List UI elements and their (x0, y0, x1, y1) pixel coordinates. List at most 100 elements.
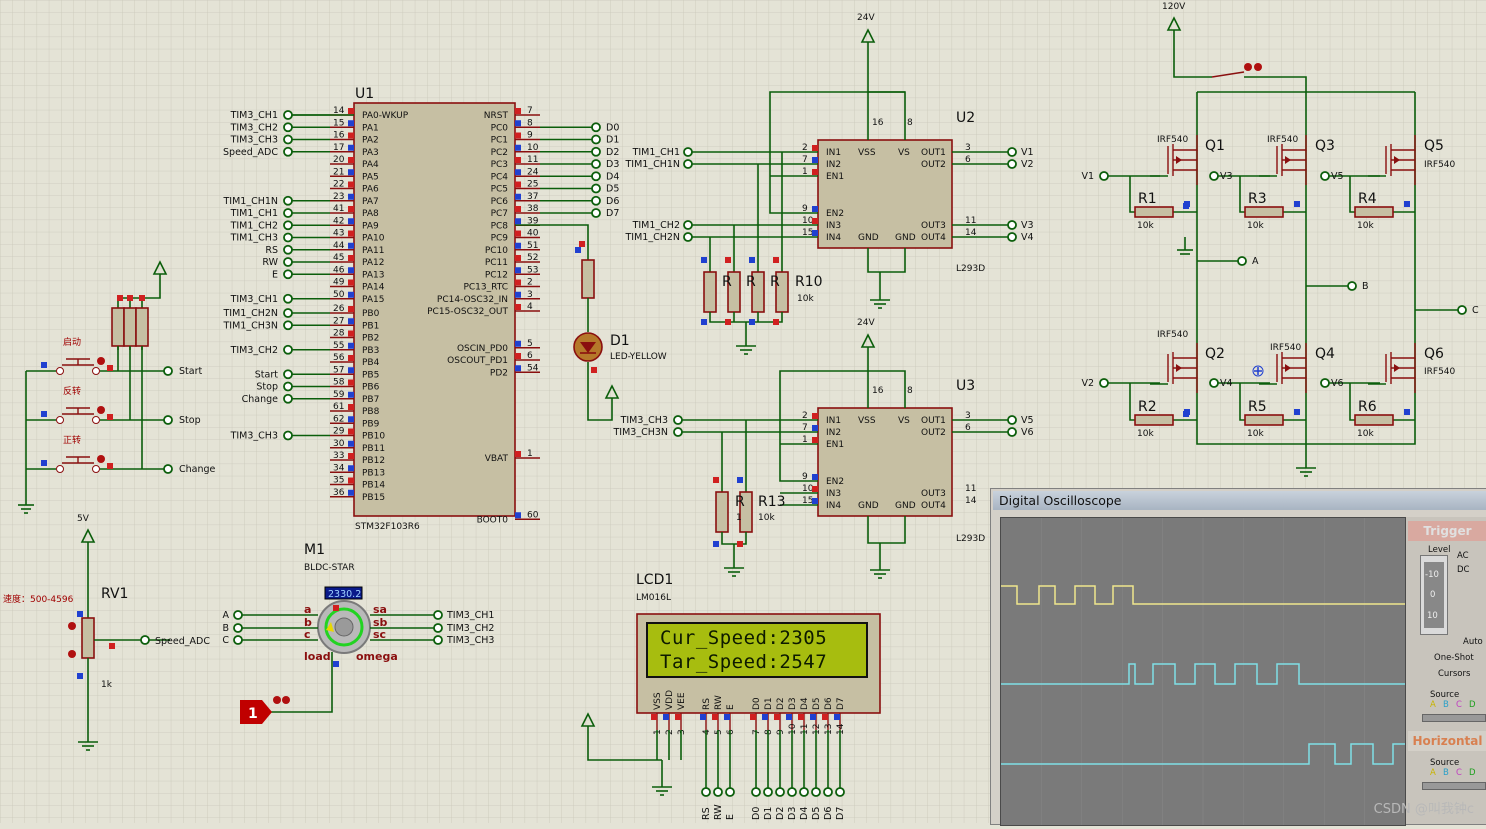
m1-in-terminal[interactable] (233, 610, 243, 620)
pin-marker (515, 206, 521, 212)
net-terminal[interactable] (283, 293, 293, 304)
lcd-terminal[interactable] (713, 787, 723, 797)
lcd-pin-number: 12 (812, 724, 822, 735)
m1-out-terminal[interactable] (433, 635, 443, 645)
pin-marker (675, 714, 681, 720)
net-terminal[interactable] (283, 308, 293, 318)
net-terminal[interactable] (591, 146, 601, 157)
lcd-terminal[interactable] (725, 787, 735, 797)
net-terminal[interactable] (1007, 220, 1017, 230)
net-terminal[interactable] (591, 122, 601, 133)
lcd-terminal[interactable] (787, 787, 797, 797)
gate-terminal[interactable] (1099, 378, 1109, 388)
net-terminal[interactable] (1007, 232, 1017, 242)
level-knob[interactable]: -10 0 10 (1420, 555, 1448, 635)
u1-pin-number: 38 (527, 204, 539, 214)
button-label: 正转 (63, 434, 81, 446)
lcd-terminal[interactable] (763, 787, 773, 797)
net-terminal[interactable] (283, 257, 293, 267)
net-terminal[interactable] (673, 427, 683, 437)
net-terminal[interactable] (683, 220, 693, 230)
net-terminal[interactable] (283, 220, 293, 231)
oneshot-label[interactable]: One-Shot (1434, 653, 1474, 663)
trigger-slider[interactable] (1422, 714, 1486, 722)
pin-marker (515, 218, 521, 225)
net-terminal[interactable] (283, 393, 293, 404)
net-terminal[interactable] (591, 159, 601, 169)
net-terminal[interactable] (283, 430, 293, 441)
gate-terminal[interactable] (1209, 171, 1219, 181)
lcd-terminal[interactable] (823, 787, 833, 797)
mosfet-part: IRF540 (1424, 160, 1456, 170)
net-terminal[interactable] (1007, 427, 1017, 437)
oscilloscope-title[interactable]: Digital Oscilloscope (993, 491, 1486, 510)
button-terminal[interactable] (163, 366, 173, 376)
net-terminal[interactable] (283, 344, 293, 355)
lcd-pin-number: 1 (653, 729, 663, 735)
net-terminal[interactable] (283, 244, 293, 255)
m1-out-terminal[interactable] (433, 610, 443, 620)
u1-pin-name: PC4 (491, 172, 509, 182)
auto-label[interactable]: Auto (1463, 637, 1483, 647)
phase-terminal[interactable] (1457, 305, 1467, 315)
lcd-terminal[interactable] (701, 787, 711, 797)
m1-in-net: A (223, 610, 230, 621)
net-terminal[interactable] (1007, 147, 1017, 157)
net-terminal[interactable] (283, 232, 293, 243)
button-terminal[interactable] (163, 464, 173, 474)
net-terminal[interactable] (283, 134, 293, 145)
oscilloscope-window[interactable]: Digital Oscilloscope Trigger Level -10 0… (990, 488, 1486, 826)
phase-terminal[interactable] (1237, 256, 1247, 266)
d1-part: LED-YELLOW (610, 352, 667, 362)
net-terminal[interactable] (673, 415, 683, 425)
net-terminal[interactable] (1007, 159, 1017, 169)
u1-pin-name: PA14 (362, 283, 385, 293)
gate-terminal[interactable] (1099, 171, 1109, 181)
net-terminal[interactable] (283, 110, 293, 120)
horizontal-source-channels[interactable]: A B C D (1430, 768, 1482, 778)
d1-ref: D1 (610, 333, 630, 349)
gate-terminal[interactable] (1320, 171, 1330, 181)
ac-label[interactable]: AC (1457, 551, 1469, 561)
gate-terminal[interactable] (1320, 378, 1330, 388)
net-terminal[interactable] (591, 183, 601, 194)
m1-out-net: TIM3_CH1 (446, 610, 494, 621)
net-terminal[interactable] (591, 134, 601, 145)
trigger-source-channels[interactable]: A B C D (1430, 700, 1482, 710)
lcd-terminal[interactable] (835, 787, 845, 797)
cursors-label[interactable]: Cursors (1438, 669, 1470, 679)
lcd-terminal[interactable] (811, 787, 821, 797)
m1-in-terminal[interactable] (233, 623, 243, 633)
net-terminal[interactable] (283, 369, 293, 380)
net-terminal[interactable] (591, 171, 601, 182)
net-terminal[interactable] (683, 232, 693, 242)
lcd-terminal[interactable] (799, 787, 809, 797)
u1-pin-name: PB7 (362, 395, 379, 405)
net-terminal[interactable] (1007, 415, 1017, 425)
net-terminal[interactable] (283, 381, 293, 392)
net-terminal[interactable] (591, 195, 601, 206)
lcd-terminal[interactable] (775, 787, 785, 797)
gate-terminal[interactable] (1209, 378, 1219, 388)
m1-in-terminal[interactable] (233, 635, 243, 645)
net-terminal[interactable] (283, 195, 293, 206)
net-terminal[interactable] (283, 122, 293, 133)
net-terminal[interactable] (683, 147, 693, 157)
phase-terminal[interactable] (1347, 281, 1357, 291)
pin-marker (812, 157, 818, 163)
u1-pin-name: PA2 (362, 136, 379, 146)
lcd-terminal[interactable] (751, 787, 761, 797)
horizontal-slider[interactable] (1422, 782, 1486, 790)
net-terminal[interactable] (283, 320, 293, 331)
lcd-bottom-net: D5 (811, 807, 822, 820)
net-terminal[interactable] (283, 208, 293, 218)
u1-pin-number: 3 (527, 290, 533, 300)
net-terminal[interactable] (283, 146, 293, 157)
net-terminal[interactable] (683, 159, 693, 169)
button-terminal[interactable] (163, 415, 173, 425)
net-terminal[interactable] (283, 269, 293, 280)
net-terminal[interactable] (591, 208, 601, 218)
dc-label[interactable]: DC (1457, 565, 1469, 575)
m1-out-terminal[interactable] (433, 623, 443, 633)
res-partial-5: 1 (736, 513, 742, 523)
